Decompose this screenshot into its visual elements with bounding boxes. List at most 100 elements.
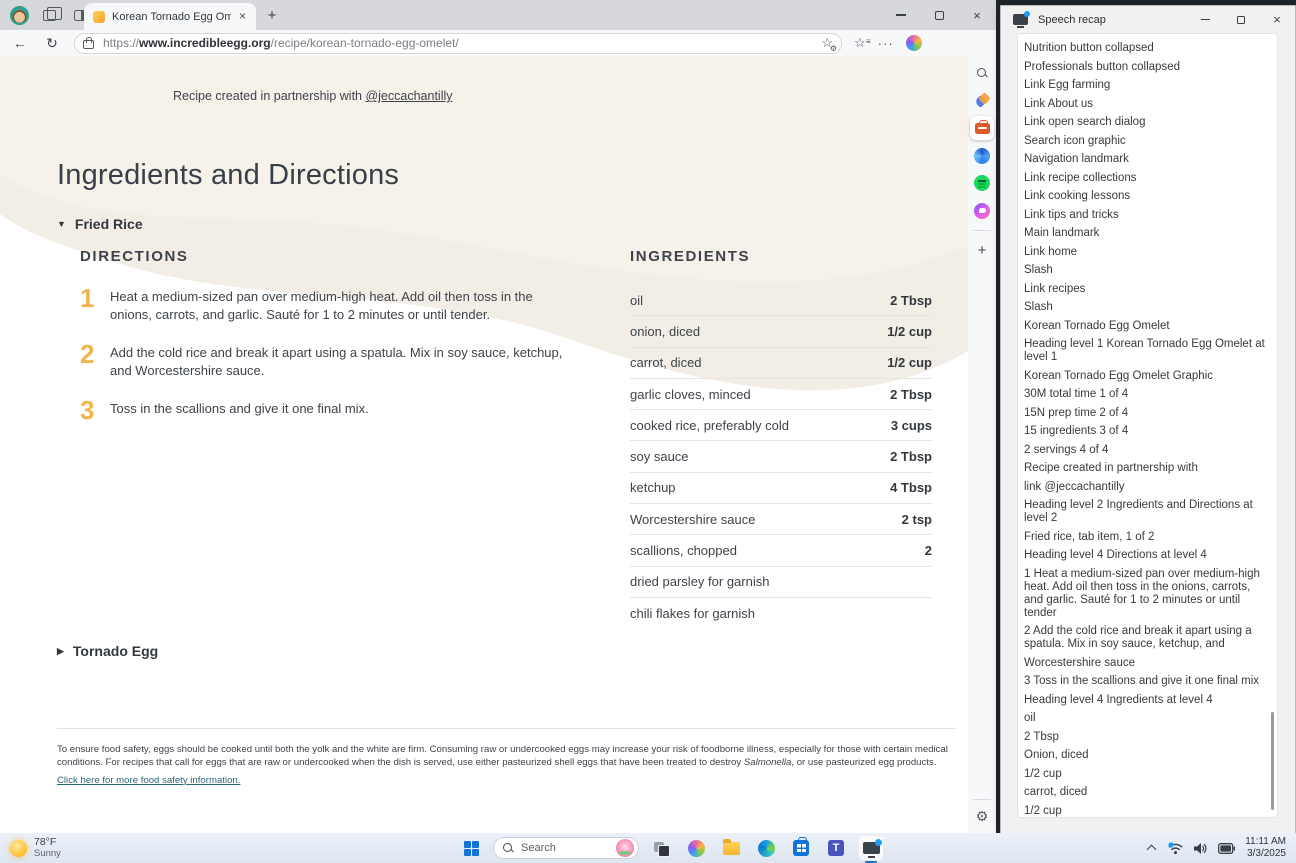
speech-recap-item[interactable]: Search icon graphic <box>1024 135 1267 148</box>
speech-recap-item[interactable]: Korean Tornado Egg Omelet <box>1024 320 1267 333</box>
wifi-icon[interactable] <box>1168 842 1183 855</box>
step-text: Toss in the scallions and give it one fi… <box>110 398 369 422</box>
edge-button[interactable] <box>753 835 779 861</box>
profile-avatar[interactable] <box>10 6 29 25</box>
speech-recap-item[interactable]: Link Egg farming <box>1024 79 1267 92</box>
more-options-icon[interactable]: ··· <box>878 36 894 51</box>
ingredient-name: ketchup <box>630 480 676 495</box>
jeccachantilly-link[interactable]: @jeccachantilly <box>365 89 452 103</box>
ingredient-name: onion, diced <box>630 324 700 339</box>
speech-recap-item[interactable]: Heading level 4 Ingredients at level 4 <box>1024 694 1267 707</box>
speech-recap-item[interactable]: link @jeccachantilly <box>1024 481 1267 494</box>
speech-recap-item[interactable]: Heading level 4 Directions at level 4 <box>1024 549 1267 562</box>
speech-recap-item[interactable]: Onion, diced <box>1024 749 1267 762</box>
battery-icon[interactable] <box>1218 843 1235 854</box>
speech-recap-item[interactable]: Link open search dialog <box>1024 116 1267 129</box>
speech-recap-item[interactable]: Slash <box>1024 301 1267 314</box>
tab-title: Korean Tornado Egg Omelet - A <box>112 11 231 23</box>
task-view-icon <box>654 842 669 855</box>
speech-recap-item[interactable]: 2 Add the cold rice and break it apart u… <box>1024 625 1267 651</box>
browser-tab[interactable]: Korean Tornado Egg Omelet - A × <box>84 3 256 30</box>
ingredient-row: Worcestershire sauce 2 tsp <box>630 504 932 535</box>
file-explorer-button[interactable] <box>718 835 744 861</box>
taskbar-clock[interactable]: 11:11 AM 3/3/2025 <box>1245 836 1286 860</box>
speech-recap-titlebar: Speech recap × <box>1001 6 1295 33</box>
speech-recap-item[interactable]: 2 Tbsp <box>1024 731 1267 744</box>
food-safety-link[interactable]: Click here for more food safety informat… <box>57 775 240 788</box>
speech-recap-item[interactable]: 1/2 cup <box>1024 768 1267 781</box>
ingredient-row: chili flakes for garnish <box>630 598 932 629</box>
spotify-icon[interactable] <box>970 171 994 195</box>
collections-icon[interactable]: ☆≡ <box>854 35 866 51</box>
speech-recap-item[interactable]: Nutrition button collapsed <box>1024 42 1267 55</box>
weather-widget[interactable]: 78°F Sunny <box>10 837 130 859</box>
favorites-star-icon[interactable]: ☆⚙ <box>821 35 833 51</box>
edge-sidebar: + ⚙ <box>968 56 996 833</box>
speech-recap-list: Nutrition button collapsed Professionals… <box>1017 33 1278 818</box>
speech-recap-item[interactable]: Main landmark <box>1024 227 1267 240</box>
toolbox-icon[interactable] <box>970 116 994 140</box>
copilot-sidebar-icon[interactable] <box>970 144 994 168</box>
speech-list-scrollbar[interactable] <box>1271 712 1274 810</box>
fried-rice-toggle[interactable]: ▼ Fried Rice <box>57 216 143 232</box>
url-field[interactable]: https://www.incredibleegg.org/recipe/kor… <box>74 33 842 54</box>
speech-close-button[interactable]: × <box>1259 6 1295 33</box>
messenger-icon[interactable] <box>970 199 994 223</box>
speech-recap-item[interactable]: 1 Heat a medium-sized pan over medium-hi… <box>1024 568 1267 620</box>
ingredient-row: carrot, diced 1/2 cup <box>630 348 932 379</box>
browser-minimize-button[interactable] <box>882 0 920 30</box>
tornado-egg-toggle[interactable]: ▶ Tornado Egg <box>57 643 158 659</box>
start-button[interactable] <box>458 835 484 861</box>
speech-recap-item[interactable]: Heading level 2 Ingredients and Directio… <box>1024 499 1267 525</box>
back-button[interactable]: ← <box>8 32 32 54</box>
add-sidebar-item-button[interactable]: + <box>970 238 994 262</box>
volume-icon[interactable] <box>1193 842 1208 855</box>
store-button[interactable] <box>788 835 814 861</box>
speech-maximize-button[interactable] <box>1223 6 1259 33</box>
search-icon[interactable] <box>970 61 994 85</box>
speech-recap-item[interactable]: 3 Toss in the scallions and give it one … <box>1024 675 1267 688</box>
speech-recap-item[interactable]: Professionals button collapsed <box>1024 61 1267 74</box>
speech-recap-item[interactable]: 30M total time 1 of 4 <box>1024 388 1267 401</box>
speech-recap-item[interactable]: 15N prep time 2 of 4 <box>1024 407 1267 420</box>
address-bar: ← ↻ https://www.incredibleegg.org/recipe… <box>0 30 996 56</box>
sidebar-divider <box>973 230 991 231</box>
speech-recap-item[interactable]: 1/2 cup <box>1024 805 1267 818</box>
browser-maximize-button[interactable] <box>920 0 958 30</box>
browser-close-button[interactable]: × <box>958 0 996 30</box>
taskbar-search-box[interactable]: Search <box>493 837 639 859</box>
speech-recap-item[interactable]: Worcestershire sauce <box>1024 657 1267 670</box>
speech-recap-item[interactable]: Slash <box>1024 264 1267 277</box>
copilot-icon[interactable] <box>906 35 922 51</box>
tray-chevron-icon[interactable] <box>1148 844 1156 852</box>
workspaces-icon[interactable] <box>38 4 60 26</box>
page-title: Ingredients and Directions <box>57 159 399 192</box>
speech-recap-item[interactable]: oil <box>1024 712 1267 725</box>
refresh-button[interactable]: ↻ <box>40 32 64 54</box>
tab-close-icon[interactable]: × <box>235 9 250 24</box>
site-info-icon[interactable] <box>83 37 95 49</box>
teams-button[interactable]: T <box>823 835 849 861</box>
speech-recap-item[interactable]: Heading level 1 Korean Tornado Egg Omele… <box>1024 338 1267 364</box>
speech-recap-item[interactable]: Link cooking lessons <box>1024 190 1267 203</box>
speech-recap-item[interactable]: Korean Tornado Egg Omelet Graphic <box>1024 370 1267 383</box>
new-tab-button[interactable]: + <box>262 6 282 26</box>
speech-recap-item[interactable]: Link recipes <box>1024 283 1267 296</box>
speech-recap-item[interactable]: 15 ingredients 3 of 4 <box>1024 425 1267 438</box>
speech-recap-item[interactable]: Link About us <box>1024 98 1267 111</box>
speech-recap-item[interactable]: Link recipe collections <box>1024 172 1267 185</box>
shopping-tags-icon[interactable] <box>970 89 994 113</box>
speech-recap-item[interactable]: 2 servings 4 of 4 <box>1024 444 1267 457</box>
speech-recap-item[interactable]: Link home <box>1024 246 1267 259</box>
copilot-taskbar-button[interactable] <box>683 835 709 861</box>
settings-gear-icon[interactable]: ⚙ <box>976 808 989 825</box>
speech-recap-item[interactable]: Fried rice, tab item, 1 of 2 <box>1024 531 1267 544</box>
speech-recap-item[interactable]: Recipe created in partnership with <box>1024 462 1267 475</box>
speech-recap-item[interactable]: Navigation landmark <box>1024 153 1267 166</box>
speech-recap-item[interactable]: carrot, diced <box>1024 786 1267 799</box>
url-text: https://www.incredibleegg.org/recipe/kor… <box>103 36 815 50</box>
task-view-button[interactable] <box>648 835 674 861</box>
speech-minimize-button[interactable] <box>1187 6 1223 33</box>
speech-recap-taskbar-button[interactable] <box>858 835 884 861</box>
speech-recap-item[interactable]: Link tips and tricks <box>1024 209 1267 222</box>
